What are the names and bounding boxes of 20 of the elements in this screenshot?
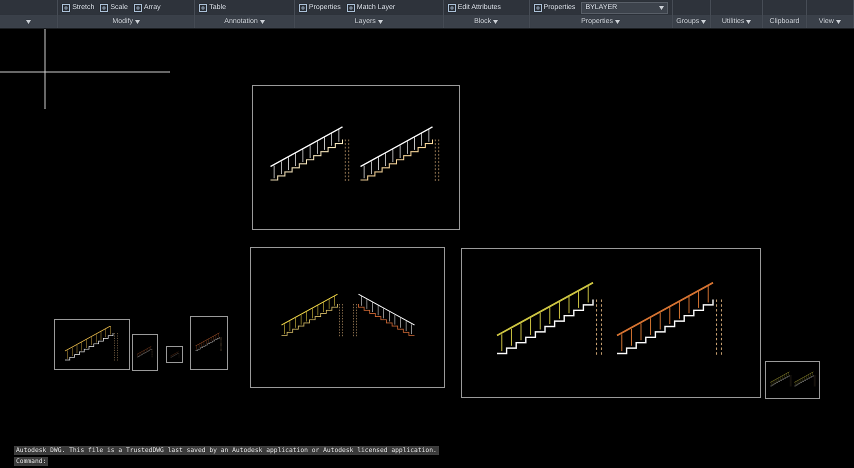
- caret-icon: [135, 20, 140, 24]
- tool-icon: [199, 4, 208, 12]
- tool-icon: [298, 4, 307, 12]
- caret-icon: [701, 20, 706, 24]
- tool-icon: [534, 4, 542, 12]
- caret-icon: [746, 20, 752, 24]
- crosshair-cursor-icon: [0, 29, 170, 109]
- tool-icon: [62, 4, 70, 12]
- caret-icon: [493, 20, 498, 24]
- caret-icon: [836, 20, 841, 24]
- caret-icon: [26, 20, 32, 24]
- caret-icon: [658, 6, 664, 10]
- caret-icon: [614, 20, 620, 24]
- caret-icon: [260, 20, 265, 24]
- tool-icon: [134, 4, 142, 12]
- caret-icon: [378, 20, 383, 24]
- tool-icon: [346, 4, 355, 12]
- staircase-drawing: [170, 350, 180, 358]
- tool-icon: [448, 4, 456, 12]
- tool-icon: [100, 4, 108, 12]
